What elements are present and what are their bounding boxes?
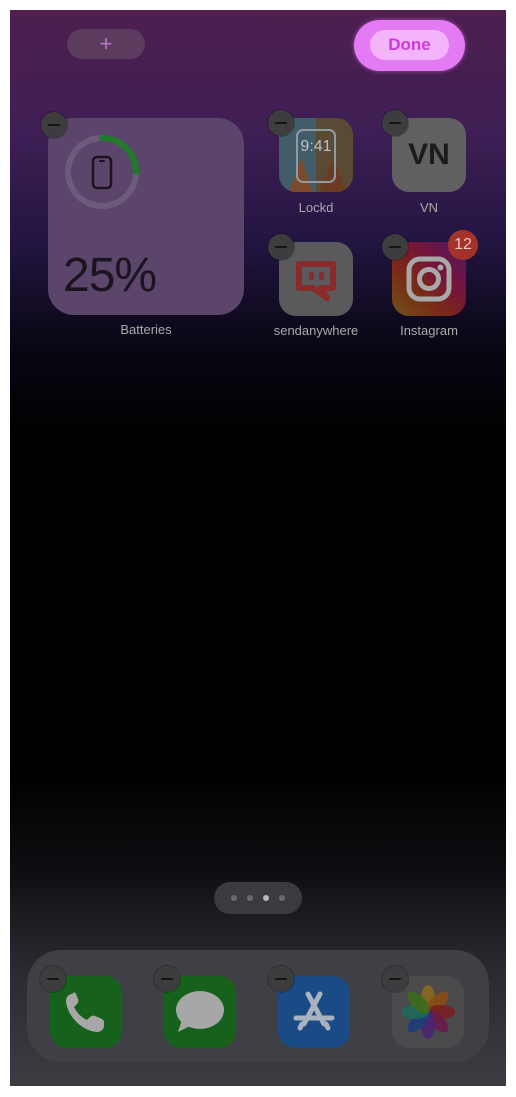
- add-widget-button[interactable]: +: [67, 29, 145, 59]
- instagram-notification-badge: 12: [448, 230, 478, 260]
- remove-lockd-button[interactable]: [268, 110, 294, 136]
- page-dot-3: [263, 895, 269, 901]
- app-label-sendanywhere: sendanywhere: [273, 323, 359, 338]
- app-label-lockd: Lockd: [298, 200, 334, 215]
- remove-batteries-widget-button[interactable]: [41, 112, 67, 138]
- remove-sendanywhere-button[interactable]: [268, 234, 294, 260]
- app-label-instagram: Instagram: [400, 323, 458, 338]
- app-label-vn: VN: [419, 200, 439, 215]
- batteries-widget-label: Batteries: [120, 322, 172, 337]
- remove-app-store-button[interactable]: [268, 966, 294, 992]
- remove-vn-button[interactable]: [382, 110, 408, 136]
- remove-messages-button[interactable]: [154, 966, 180, 992]
- battery-ring: [65, 135, 139, 209]
- done-button-label: Done: [370, 30, 449, 60]
- plus-icon: +: [99, 31, 113, 56]
- home-screen-edit-mode: + Done 25% Batteries 9:41 Lockd VN VN se…: [10, 10, 506, 1086]
- remove-photos-button[interactable]: [382, 966, 408, 992]
- batteries-widget[interactable]: 25%: [48, 118, 244, 315]
- iphone-icon: [91, 155, 113, 190]
- battery-percentage: 25%: [63, 249, 157, 302]
- remove-instagram-button[interactable]: [382, 234, 408, 260]
- page-dot-2: [247, 895, 253, 901]
- done-button[interactable]: Done: [354, 20, 465, 71]
- vn-icon: VN: [408, 138, 450, 171]
- lockd-icon-time: 9:41: [300, 138, 332, 155]
- page-indicator[interactable]: [214, 882, 302, 914]
- page-dot-4: [279, 895, 285, 901]
- page-dot-1: [231, 895, 237, 901]
- remove-phone-button[interactable]: [40, 966, 66, 992]
